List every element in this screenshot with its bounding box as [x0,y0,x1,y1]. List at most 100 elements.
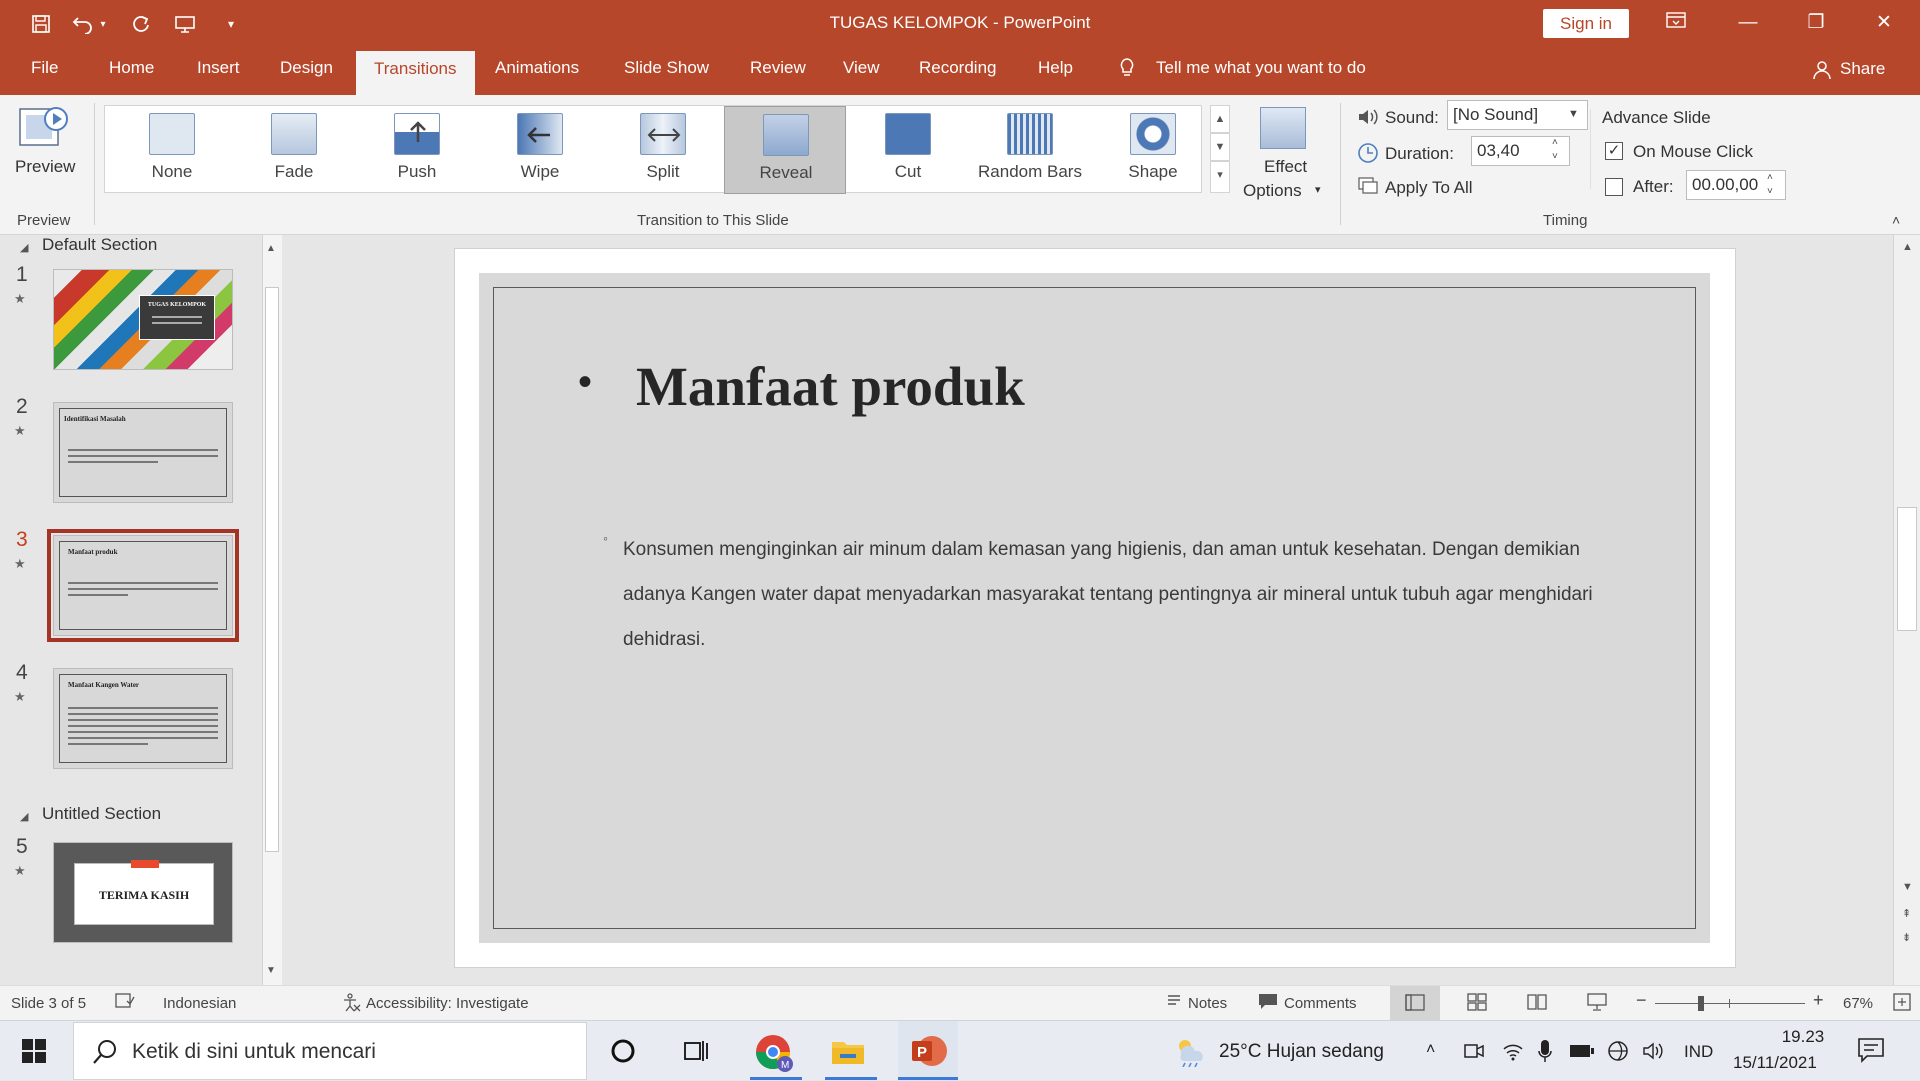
ribbon-display-options-icon[interactable] [1656,8,1696,38]
chrome-icon[interactable]: M [751,1030,795,1074]
main-scrollbar[interactable]: ▲ ▼ ⇞ ⇟ [1893,235,1920,985]
restore-icon[interactable]: ❐ [1796,8,1836,38]
apply-to-all-button[interactable]: Apply To All [1385,178,1473,198]
transition-wipe[interactable]: Wipe [479,106,601,194]
transition-reveal[interactable]: Reveal [724,106,846,194]
show-hidden-icons-icon[interactable]: ˄ [1426,1041,1435,1059]
transition-cut[interactable]: Cut [847,106,969,194]
gallery-more-icon[interactable]: ▾ [1210,161,1230,193]
transition-fade[interactable]: Fade [233,106,355,194]
sound-dropdown-icon[interactable]: ▼ [1568,108,1579,120]
slide-thumbnail-2[interactable]: Identifikasi Masalah [53,402,233,503]
scroll-up-icon[interactable]: ▲ [266,243,276,254]
share-button[interactable]: Share [1840,59,1885,79]
after-checkbox[interactable] [1605,178,1623,196]
tab-slide-show[interactable]: Slide Show [624,58,709,78]
microphone-icon[interactable] [1537,1039,1553,1068]
sound-select[interactable]: [No Sound] [1447,100,1588,130]
volume-icon[interactable] [1642,1041,1666,1066]
tab-file[interactable]: File [31,58,58,78]
scroll-up-icon[interactable]: ▲ [1902,241,1913,253]
slide-show-icon[interactable] [1587,992,1607,1016]
slide-thumbnail-4[interactable]: Manfaat Kangen Water [53,668,233,769]
duration-spinner-icon[interactable]: ˄ ˅ [1552,136,1558,164]
tab-review[interactable]: Review [750,58,806,78]
slide-thumbnail-3[interactable]: Manfaat produk [53,535,233,636]
tell-me-search[interactable]: Tell me what you want to do [1156,58,1366,78]
tab-insert[interactable]: Insert [197,58,240,78]
collapse-section-icon[interactable]: ◢ [20,241,28,254]
tab-animations[interactable]: Animations [495,58,579,78]
accessibility-icon[interactable] [341,992,361,1016]
notes-button[interactable]: Notes [1188,995,1227,1012]
tab-view[interactable]: View [843,58,880,78]
preview-button[interactable]: Preview [15,157,75,177]
slide-thumbnail-1[interactable]: TUGAS KELOMPOK [53,269,233,370]
comments-button[interactable]: Comments [1284,995,1357,1012]
scroll-down-icon[interactable]: ▼ [1902,881,1913,893]
effect-options-icon[interactable] [1260,107,1306,149]
preview-icon[interactable] [18,105,70,151]
battery-icon[interactable] [1569,1042,1595,1065]
scroll-down-icon[interactable]: ▼ [266,965,276,976]
spell-check-icon[interactable] [115,992,135,1014]
collapse-ribbon-icon[interactable]: ˄ [1892,212,1900,228]
sign-in-button[interactable]: Sign in [1543,9,1629,38]
slide-title[interactable]: Manfaat produk [636,355,1025,418]
reading-view-icon[interactable] [1527,993,1547,1015]
tab-help[interactable]: Help [1038,58,1073,78]
collapse-section-icon[interactable]: ◢ [20,810,28,823]
windows-start-icon[interactable] [22,1039,46,1068]
gallery-scroll-down-icon[interactable]: ▼ [1210,133,1230,161]
transition-split[interactable]: Split [602,106,724,194]
fit-to-window-icon[interactable] [1893,993,1911,1015]
minimize-icon[interactable]: — [1728,8,1768,38]
section-header-default[interactable]: Default Section [42,235,157,255]
zoom-slider[interactable] [1655,1003,1805,1004]
close-icon[interactable]: ✕ [1864,8,1904,38]
language-indicator[interactable]: Indonesian [163,995,236,1012]
scrollbar-thumb[interactable] [265,287,279,852]
slide-thumbnail-5[interactable]: TERIMA KASIH [53,842,233,943]
task-view-icon[interactable] [682,1037,710,1070]
slide-sorter-icon[interactable] [1467,993,1487,1015]
effect-options-button-line1[interactable]: Effect [1264,157,1307,177]
tab-home[interactable]: Home [109,58,154,78]
tab-transitions[interactable]: Transitions [356,51,475,95]
previous-slide-icon[interactable]: ⇞ [1902,907,1911,920]
wifi-icon[interactable] [1502,1041,1524,1066]
on-mouse-click-checkbox[interactable]: ✓ [1605,142,1623,160]
tab-design[interactable]: Design [280,58,333,78]
after-spinner-icon[interactable]: ˄ ˅ [1767,171,1773,199]
accessibility-status[interactable]: Accessibility: Investigate [366,995,529,1012]
meet-now-icon[interactable] [1463,1041,1485,1066]
effect-options-button-line2[interactable]: Options [1243,181,1302,201]
scrollbar-thumb[interactable] [1897,507,1917,631]
file-explorer-icon[interactable] [826,1030,870,1074]
notifications-icon[interactable] [1857,1037,1885,1068]
transition-shape[interactable]: Shape [1092,106,1214,194]
zoom-slider-thumb[interactable] [1698,996,1704,1011]
taskbar-search[interactable]: Ketik di sini untuk mencari [73,1022,587,1080]
network-icon[interactable] [1606,1040,1630,1067]
next-slide-icon[interactable]: ⇟ [1902,931,1911,944]
section-header-untitled[interactable]: Untitled Section [42,804,161,824]
clock-date[interactable]: 15/11/2021 [1733,1053,1817,1073]
tab-recording[interactable]: Recording [919,58,997,78]
thumbnails-scrollbar[interactable]: ▲ ▼ [262,235,282,985]
slide-body-text[interactable]: Konsumen menginginkan air minum dalam ke… [623,527,1633,662]
gallery-scroll-up-icon[interactable]: ▲ [1210,105,1230,133]
powerpoint-taskbar-button[interactable]: P [898,1021,958,1081]
clock-time[interactable]: 19.23 [1763,1027,1843,1047]
transition-push[interactable]: Push [356,106,478,194]
zoom-level[interactable]: 67% [1843,995,1873,1012]
normal-view-button[interactable] [1390,986,1440,1020]
weather-text[interactable]: 25°C Hujan sedang [1219,1041,1384,1063]
transition-random-bars[interactable]: Random Bars [969,106,1091,194]
input-language[interactable]: IND [1684,1042,1713,1062]
transition-none[interactable]: None [111,106,233,194]
cortana-icon[interactable] [610,1038,636,1069]
zoom-out-icon[interactable]: − [1636,990,1647,1011]
zoom-in-icon[interactable]: + [1813,990,1824,1011]
weather-icon[interactable] [1173,1035,1207,1072]
